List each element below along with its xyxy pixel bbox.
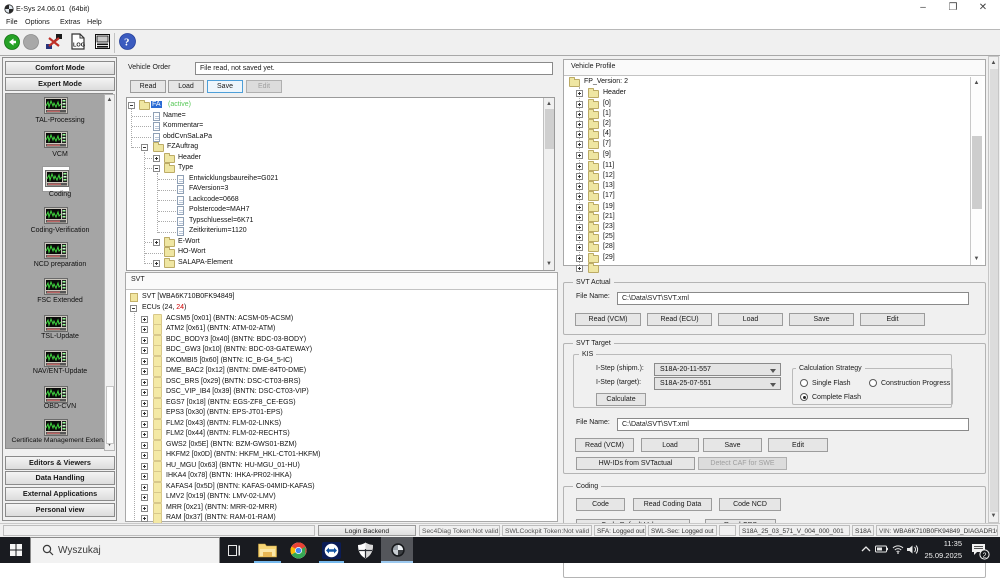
- svg-text:?: ?: [124, 37, 130, 49]
- svg-text:2: 2: [983, 553, 987, 560]
- svg-text:LOG: LOG: [73, 43, 85, 49]
